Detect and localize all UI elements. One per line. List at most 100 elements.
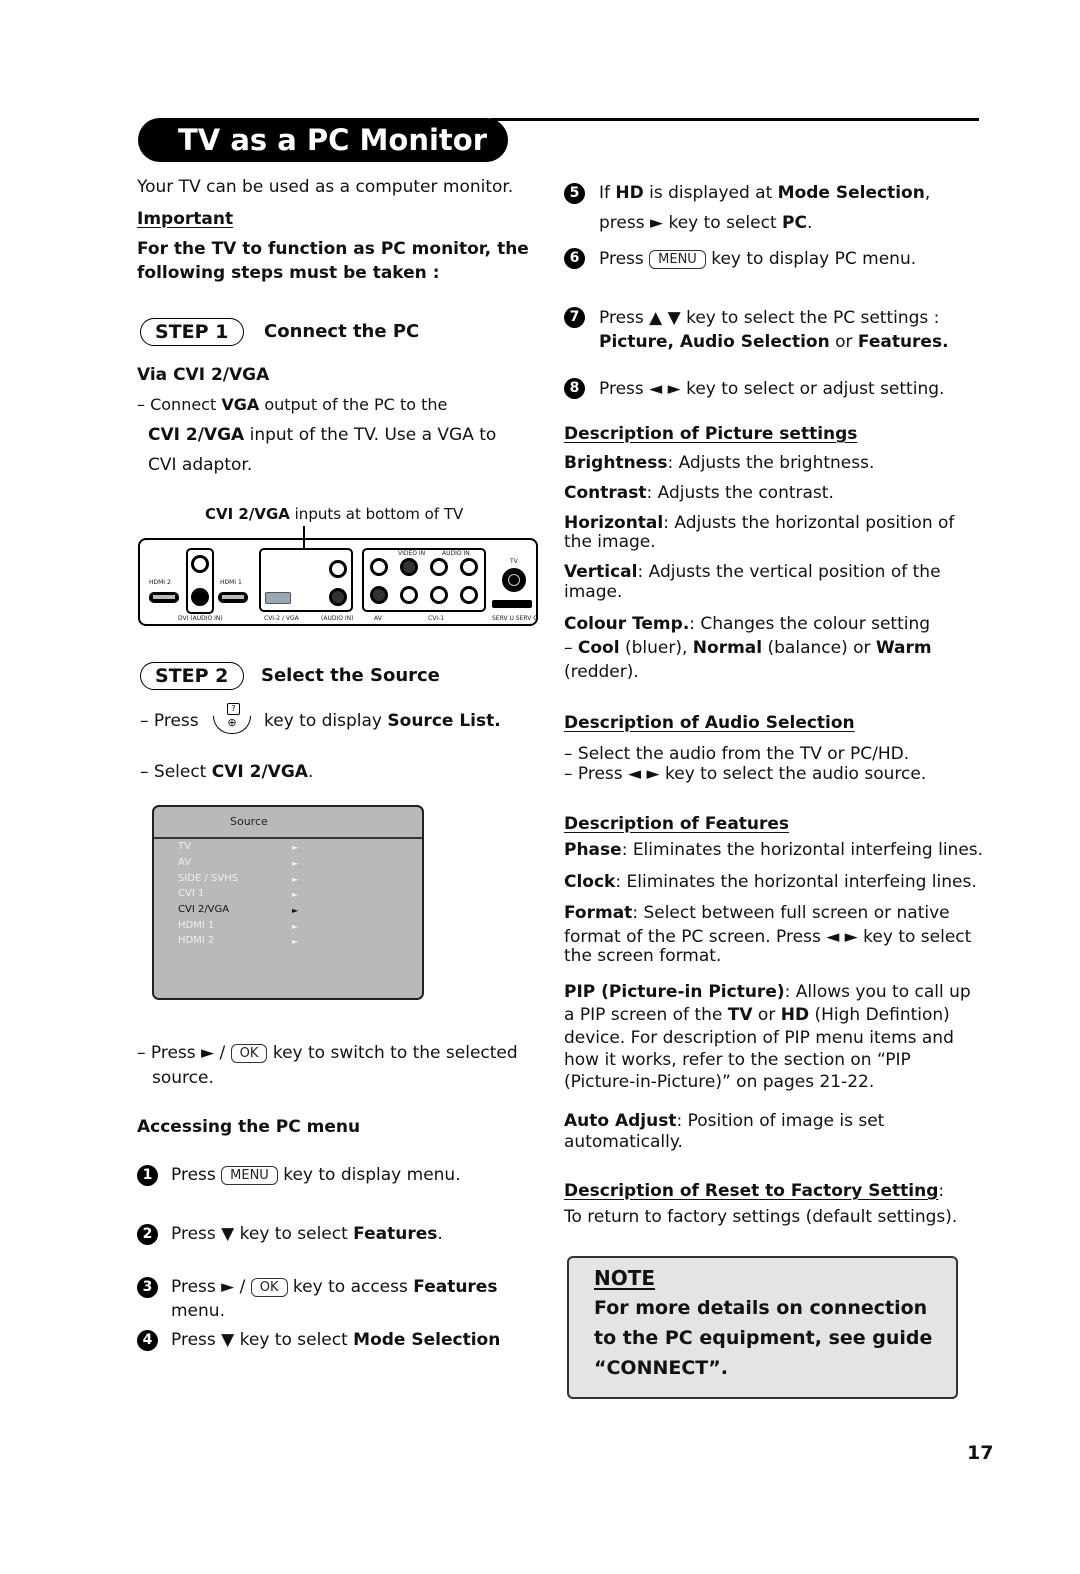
colour-temp-options: – Cool (bluer), Normal (balance) or Warm [564,638,932,658]
clock-desc: Clock: Eliminates the horizontal interfe… [564,872,977,892]
hdmi-1-label: HDMI 1 [220,579,242,586]
vga-audio-in-label: (AUDIO IN) [321,615,354,622]
step-2-pill: STEP 2 [140,662,244,690]
note-line-1: For more details on connection [594,1297,928,1319]
step-1-line-3: CVI adaptor. [148,455,253,475]
osd-header: Source [154,807,422,839]
switch-source-line-1: – Press ► / OK key to switch to the sele… [137,1043,518,1063]
av-l-jack [370,558,388,576]
video-in-jack [400,558,418,576]
format-desc: Format: Select between full screen or na… [564,903,950,923]
pip-desc: PIP (Picture-in Picture): Allows you to … [564,982,971,1002]
dvi-audio-block [186,548,214,614]
title-rule [490,118,979,121]
pc-menu-step-7: Press ▲ ▼ key to select the PC settings … [599,308,940,328]
pc-menu-step-1: Press MENU key to display menu. [171,1165,461,1185]
pc-menu-step-6: Press MENU key to display PC menu. [599,249,917,269]
auto-adjust-desc-line-2: automatically. [564,1132,683,1152]
cvi1-audio-l-jack [430,558,448,576]
step-number-7-icon: 7 [564,307,585,328]
step-2-line-2: – Select CVI 2/VGA. [140,762,314,782]
osd-item-cvi-1[interactable]: CVI 1 [178,888,204,899]
step-1-line-2: CVI 2/VGA input of the TV. Use a VGA to [148,425,497,445]
switch-source-line-2: source. [152,1068,214,1088]
colour-temp-desc: Colour Temp.: Changes the colour setting [564,614,931,634]
vga-audio-l-jack [329,560,347,578]
pc-menu-step-5: If HD is displayed at Mode Selection, [599,183,931,203]
service-port [492,600,532,608]
note-line-3: “CONNECT”. [594,1357,728,1379]
ok-key-icon: OK [250,1278,288,1297]
audio-selection-heading: Description of Audio Selection [564,713,855,733]
av-cvi1-block: VIDEO IN AUDIO IN [362,548,486,612]
important-line-2: following steps must be taken : [137,263,440,283]
reset-heading: Description of Reset to Factory Setting: [564,1181,945,1201]
audio-in-top-label: AUDIO IN [442,550,470,557]
pc-menu-step-3: Press ► / OK key to access Features [171,1277,498,1297]
pr-jack [400,586,418,604]
video-in-label: VIDEO IN [398,550,426,557]
step-2-line-1: key to display Source List. [264,711,501,731]
pc-menu-step-7-line-2: Picture, Audio Selection or Features. [599,332,949,352]
tv-antenna-label: TV [510,558,518,565]
osd-item-cvi-2-vga[interactable]: CVI 2/VGA [178,904,229,915]
horizontal-desc-line-2: the image. [564,532,656,552]
phase-desc: Phase: Eliminates the horizontal interfe… [564,840,984,860]
contrast-desc: Contrast: Adjusts the contrast. [564,483,834,503]
vga-audio-r-jack [329,588,347,606]
osd-arrow-icon: ► [292,890,299,899]
dvi-audio-l-jack [191,555,209,573]
important-line-1: For the TV to function as PC monitor, th… [137,239,529,259]
tv-antenna-jack [502,568,526,592]
pc-menu-heading: Accessing the PC menu [137,1117,361,1137]
step-number-4-icon: 4 [137,1330,158,1351]
note-line-2: to the PC equipment, see guide [594,1327,933,1349]
osd-item-hdmi-2[interactable]: HDMI 2 [178,935,214,946]
dvi-audio-label: DVI (AUDIO IN) [178,615,223,622]
step-number-5-icon: 5 [564,183,585,204]
menu-key-icon: MENU [649,250,706,269]
step-1-line-1: – Connect VGA output of the PC to the [137,395,448,414]
osd-arrow-icon: ► [292,859,299,868]
step-2-line-1-pre: – Press [140,711,199,731]
step-1-pill: STEP 1 [140,318,244,346]
intro-text: Your TV can be used as a computer monito… [137,177,514,197]
menu-key-icon: MENU [221,1166,278,1185]
vertical-desc-line-2: image. [564,582,623,602]
step-number-2-icon: 2 [137,1224,158,1245]
colour-temp-line-3: (redder). [564,662,639,682]
osd-item-hdmi-1[interactable]: HDMI 1 [178,920,214,931]
pc-menu-step-8: Press ◄ ► key to select or adjust settin… [599,379,945,399]
osd-item-side-svhs[interactable]: SIDE / SVHS [178,873,238,884]
pb-jack [430,586,448,604]
osd-arrow-icon: ► [292,906,299,915]
pc-menu-step-3-line-2: menu. [171,1301,225,1321]
cvi2-vga-block [259,548,353,612]
source-list-osd: Source TV ► AV ► SIDE / SVHS ► CVI 1 ► C… [152,805,424,1000]
cvi2-vga-label: CVI-2 / VGA [264,615,299,622]
page-title: TV as a PC Monitor [138,118,508,162]
osd-item-av[interactable]: AV [178,857,191,868]
osd-arrow-icon: ► [292,843,299,852]
pip-desc-line-5: (Picture-in-Picture)” on pages 21-22. [564,1072,875,1092]
features-heading: Description of Features [564,814,790,834]
via-cvi-heading: Via CVI 2/VGA [137,365,270,385]
diagram-caption: CVI 2/VGA inputs at bottom of TV [205,505,464,523]
step-number-1-icon: 1 [137,1165,158,1186]
osd-arrow-icon: ► [292,937,299,946]
audio-selection-line-2: – Press ◄ ► key to select the audio sour… [564,764,927,784]
step-1-title: Connect the PC [264,321,420,342]
hdmi-1-port [218,592,248,603]
osd-arrow-icon: ► [292,875,299,884]
format-desc-line-3: the screen format. [564,946,722,966]
pc-menu-step-2: Press ▼ key to select Features. [171,1224,443,1244]
reset-desc: To return to factory settings (default s… [564,1207,958,1227]
osd-item-tv[interactable]: TV [178,841,191,852]
page-number: 17 [967,1442,994,1464]
hdmi-2-port [149,592,179,603]
pc-menu-step-4: Press ▼ key to select Mode Selection [171,1330,501,1350]
note-box: NOTE For more details on connection to t… [567,1256,958,1399]
ok-key-icon: OK [230,1044,268,1063]
vga-port [265,592,291,604]
pip-desc-line-2: a PIP screen of the TV or HD (High Defin… [564,1005,950,1025]
